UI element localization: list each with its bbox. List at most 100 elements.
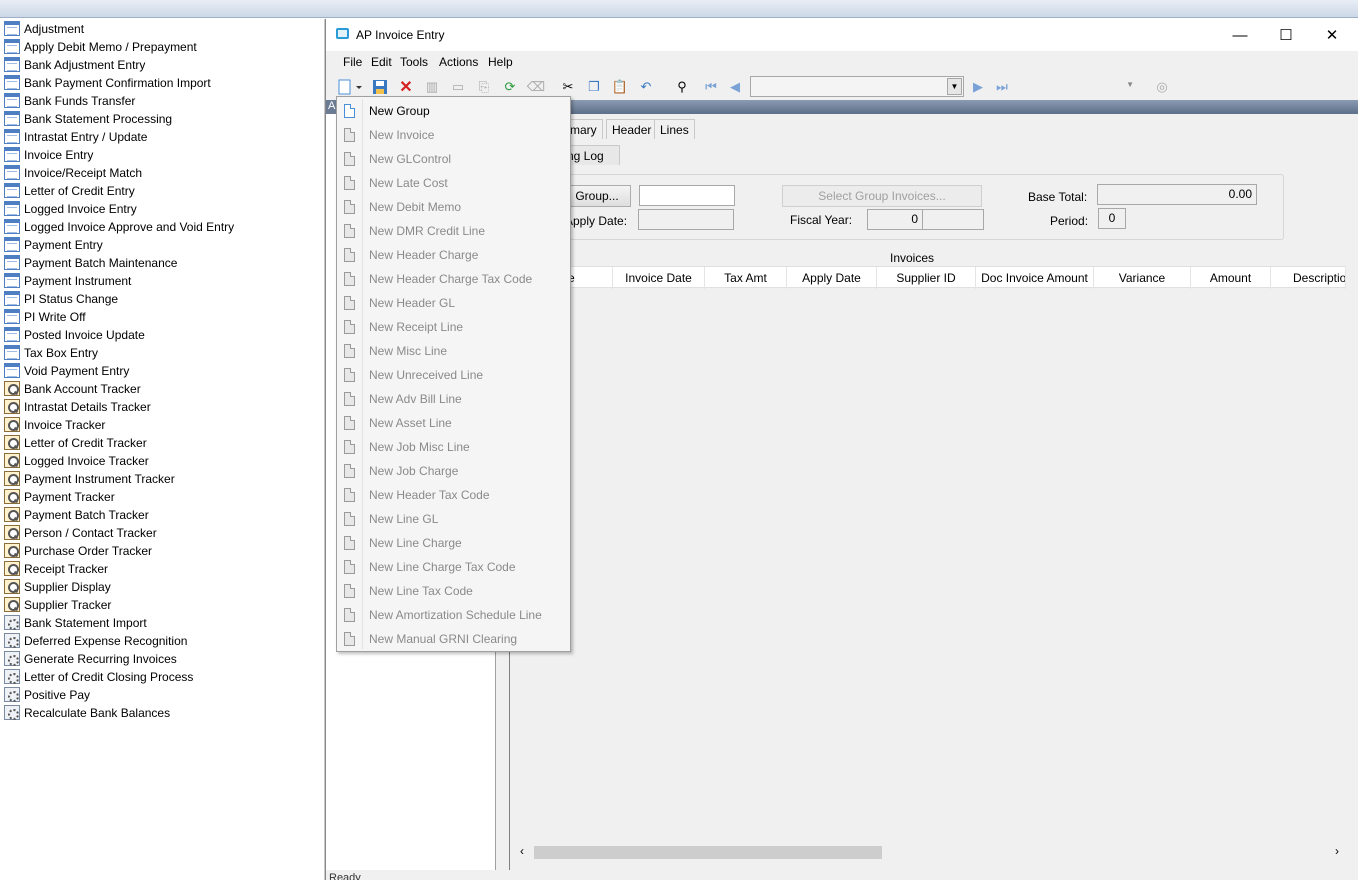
chevron-down-icon[interactable]: ▼: [947, 78, 962, 95]
list-item[interactable]: Bank Funds Transfer: [4, 92, 322, 109]
save-button[interactable]: [370, 77, 390, 97]
cut-icon[interactable]: ✂: [558, 77, 578, 97]
list-item[interactable]: Invoice/Receipt Match: [4, 164, 322, 181]
record-navigator-combo[interactable]: ▼: [750, 76, 964, 97]
list-item[interactable]: Recalculate Bank Balances: [4, 704, 322, 721]
list-item[interactable]: Letter of Credit Tracker: [4, 434, 322, 451]
list-item[interactable]: Supplier Display: [4, 578, 322, 595]
menu-item[interactable]: New Header GL: [338, 291, 570, 315]
list-item[interactable]: Generate Recurring Invoices: [4, 650, 322, 667]
menu-item[interactable]: New GLControl: [338, 147, 570, 171]
menu-item[interactable]: New Adv Bill Line: [338, 387, 570, 411]
list-item[interactable]: Bank Statement Processing: [4, 110, 322, 127]
menu-item[interactable]: New Job Misc Line: [338, 435, 570, 459]
list-item[interactable]: Logged Invoice Tracker: [4, 452, 322, 469]
chevron-down-icon[interactable]: ▼: [1126, 80, 1134, 89]
next-record-icon[interactable]: ▶: [968, 77, 988, 97]
list-item[interactable]: Void Payment Entry: [4, 362, 322, 379]
select-group-invoices-button[interactable]: Select Group Invoices...: [782, 185, 982, 207]
column-header[interactable]: Amount: [1191, 267, 1271, 289]
menu-tools[interactable]: Tools: [400, 55, 428, 69]
list-item[interactable]: Payment Instrument Tracker: [4, 470, 322, 487]
menu-item[interactable]: New Invoice: [338, 123, 570, 147]
list-item[interactable]: Payment Entry: [4, 236, 322, 253]
menu-item[interactable]: New Line GL: [338, 507, 570, 531]
list-item[interactable]: Adjustment: [4, 20, 322, 37]
list-item[interactable]: Bank Statement Import: [4, 614, 322, 631]
column-header[interactable]: Tax Amt: [705, 267, 787, 289]
last-record-icon[interactable]: ⏭: [992, 77, 1012, 97]
menu-item[interactable]: New DMR Credit Line: [338, 219, 570, 243]
column-header[interactable]: Descriptior: [1271, 267, 1346, 289]
menu-item[interactable]: New Asset Line: [338, 411, 570, 435]
column-header[interactable]: Invoice Date: [613, 267, 705, 289]
menu-actions[interactable]: Actions: [439, 55, 478, 69]
list-item[interactable]: Bank Payment Confirmation Import: [4, 74, 322, 91]
eraser-icon[interactable]: ⌫: [526, 77, 546, 97]
list-item[interactable]: Deferred Expense Recognition: [4, 632, 322, 649]
menu-edit[interactable]: Edit: [371, 55, 392, 69]
list-item[interactable]: Receipt Tracker: [4, 560, 322, 577]
blank-icon[interactable]: ▭: [448, 77, 468, 97]
list-item[interactable]: Payment Tracker: [4, 488, 322, 505]
first-record-icon[interactable]: ⏮: [701, 77, 721, 97]
list-item[interactable]: Apply Debit Memo / Prepayment: [4, 38, 322, 55]
minimize-button[interactable]: —: [1217, 19, 1263, 51]
list-item[interactable]: Invoice Entry: [4, 146, 322, 163]
menu-item[interactable]: New Unreceived Line: [338, 363, 570, 387]
maximize-button[interactable]: ☐: [1263, 19, 1309, 51]
list-item[interactable]: Logged Invoice Approve and Void Entry: [4, 218, 322, 235]
menu-item[interactable]: New Manual GRNI Clearing: [338, 627, 570, 651]
book-icon[interactable]: ▥: [422, 77, 442, 97]
list-item[interactable]: Posted Invoice Update: [4, 326, 322, 343]
list-item[interactable]: PI Write Off: [4, 308, 322, 325]
list-item[interactable]: Intrastat Details Tracker: [4, 398, 322, 415]
list-item[interactable]: Payment Instrument: [4, 272, 322, 289]
scroll-right-icon[interactable]: ›: [1335, 844, 1339, 858]
column-header[interactable]: Supplier ID: [877, 267, 976, 289]
column-header[interactable]: Doc Invoice Amount: [976, 267, 1094, 289]
list-item[interactable]: Bank Adjustment Entry: [4, 56, 322, 73]
scrollbar-thumb[interactable]: [534, 846, 882, 859]
list-item[interactable]: PI Status Change: [4, 290, 322, 307]
close-button[interactable]: ✕: [1309, 19, 1355, 51]
horizontal-scrollbar[interactable]: ‹ ›: [512, 844, 1348, 861]
list-item[interactable]: Invoice Tracker: [4, 416, 322, 433]
menu-item[interactable]: New Group: [338, 99, 570, 123]
refresh-icon[interactable]: ⟳: [500, 77, 520, 97]
menu-item[interactable]: New Line Tax Code: [338, 579, 570, 603]
delete-icon[interactable]: ✕: [396, 77, 416, 97]
undo-icon[interactable]: ↶: [636, 77, 656, 97]
group-input[interactable]: [639, 185, 735, 206]
attachment-icon[interactable]: ⎘: [474, 77, 494, 97]
column-header[interactable]: Apply Date: [787, 267, 877, 289]
list-item[interactable]: Tax Box Entry: [4, 344, 322, 361]
list-item[interactable]: Payment Batch Maintenance: [4, 254, 322, 271]
menu-item[interactable]: New Amortization Schedule Line: [338, 603, 570, 627]
list-item[interactable]: Intrastat Entry / Update: [4, 128, 322, 145]
new-dropdown-button[interactable]: [336, 77, 366, 97]
menu-item[interactable]: New Header Charge Tax Code: [338, 267, 570, 291]
menu-item[interactable]: New Receipt Line: [338, 315, 570, 339]
scroll-left-icon[interactable]: ‹: [520, 844, 524, 858]
paste-icon[interactable]: 📋: [610, 77, 630, 97]
list-item[interactable]: Positive Pay: [4, 686, 322, 703]
tab-lines[interactable]: Lines: [654, 119, 695, 139]
menu-help[interactable]: Help: [488, 55, 513, 69]
menu-item[interactable]: New Job Charge: [338, 459, 570, 483]
group-button[interactable]: Group...: [563, 185, 631, 207]
menu-item[interactable]: New Line Charge Tax Code: [338, 555, 570, 579]
menu-item[interactable]: New Line Charge: [338, 531, 570, 555]
previous-record-icon[interactable]: ◀: [725, 77, 745, 97]
tab-header[interactable]: Header: [606, 119, 658, 139]
list-item[interactable]: Person / Contact Tracker: [4, 524, 322, 541]
list-item[interactable]: Letter of Credit Closing Process: [4, 668, 322, 685]
circle-icon[interactable]: ◎: [1152, 77, 1172, 97]
list-item[interactable]: Purchase Order Tracker: [4, 542, 322, 559]
menu-item[interactable]: New Header Tax Code: [338, 483, 570, 507]
list-item[interactable]: Letter of Credit Entry: [4, 182, 322, 199]
menu-item[interactable]: New Misc Line: [338, 339, 570, 363]
list-item[interactable]: Payment Batch Tracker: [4, 506, 322, 523]
menu-item[interactable]: New Late Cost: [338, 171, 570, 195]
title-bar[interactable]: AP Invoice Entry — ☐ ✕: [326, 19, 1358, 51]
